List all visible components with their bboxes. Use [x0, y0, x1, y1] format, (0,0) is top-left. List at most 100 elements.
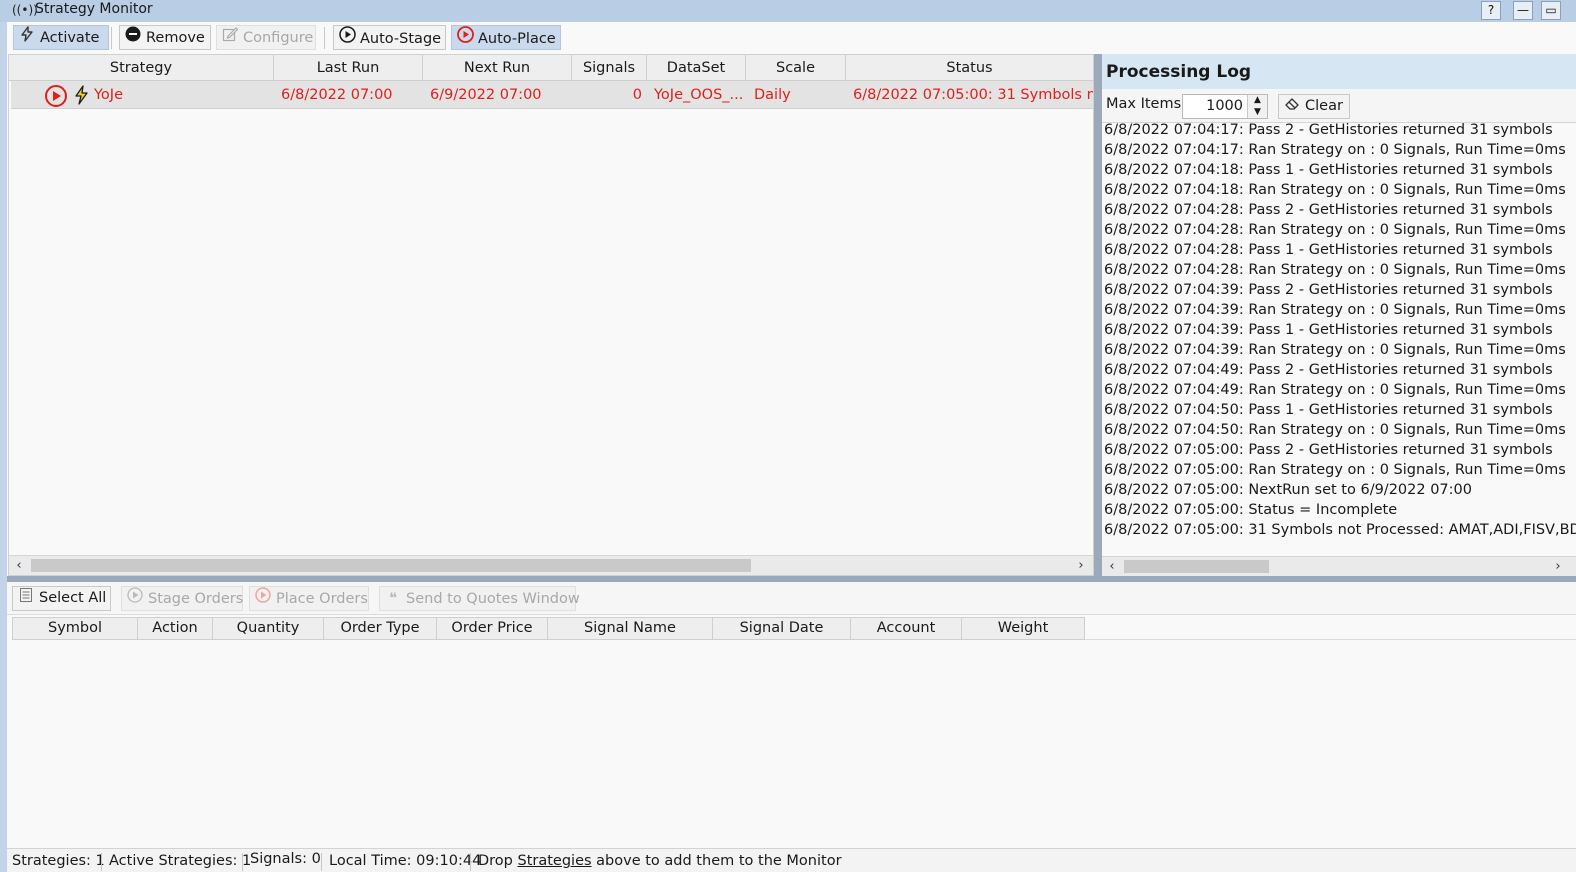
scroll-right-arrow[interactable]: › [1071, 556, 1091, 575]
auto-stage-button[interactable]: Auto-Stage [333, 25, 446, 50]
scroll-right-arrow[interactable]: › [1548, 557, 1568, 576]
send-to-quotes-button[interactable]: ❝ Send to Quotes Window [379, 586, 580, 611]
remove-label: Remove [146, 30, 205, 46]
strategies-link[interactable]: Strategies [518, 853, 592, 869]
minus-circle-icon [124, 26, 142, 50]
log-entry: 6/8/2022 07:05:00: NextRun set to 6/9/20… [1104, 482, 1472, 498]
local-time: Local Time: 09:10:44 [329, 853, 482, 869]
scale-cell: Daily [754, 87, 791, 103]
log-entry: 6/8/2022 07:04:39: Ran Strategy on : 0 S… [1104, 342, 1566, 358]
stage-orders-button[interactable]: Stage Orders [121, 586, 243, 611]
scroll-thumb[interactable] [31, 559, 751, 572]
scroll-left-arrow[interactable]: ‹ [9, 556, 29, 575]
activate-button[interactable]: Activate [13, 25, 109, 50]
column-header-action[interactable]: Action [138, 618, 213, 639]
signals-cell: 0 [632, 87, 642, 103]
strategy-grid: Strategy Last Run Next Run Signals DataS… [8, 54, 1094, 576]
running-status-icon [45, 85, 67, 111]
play-circle-icon [126, 587, 144, 611]
select-all-button[interactable]: Select All [12, 586, 111, 611]
log-entry: 6/8/2022 07:04:39: Pass 1 - GetHistories… [1104, 322, 1553, 338]
edit-icon [221, 26, 239, 50]
strategy-name-cell: YoJe [94, 87, 123, 103]
drop-hint-suffix: above to add them to the Monitor [591, 853, 842, 869]
orders-grid-header: Symbol Action Quantity Order Type Order … [12, 617, 1085, 640]
help-button[interactable]: ? [1481, 1, 1501, 20]
column-header-quantity[interactable]: Quantity [213, 618, 324, 639]
column-header-weight[interactable]: Weight [962, 618, 1084, 639]
column-header-strategy[interactable]: Strategy [9, 55, 274, 81]
column-header-dataset[interactable]: DataSet [647, 55, 746, 81]
status-separator [242, 853, 243, 871]
title-bar: ((•)) Strategy Monitor ? — ▭ [0, 0, 1576, 22]
scroll-thumb[interactable] [1124, 560, 1269, 573]
log-entry: 6/8/2022 07:04:18: Ran Strategy on : 0 S… [1104, 182, 1566, 198]
log-entry: 6/8/2022 07:04:28: Pass 2 - GetHistories… [1104, 202, 1553, 218]
log-controls: Max Items: 1000 ▲ ▼ Clear [1102, 89, 1576, 123]
send-to-quotes-label: Send to Quotes Window [406, 591, 580, 607]
remove-button[interactable]: Remove [119, 25, 211, 50]
log-entry: 6/8/2022 07:04:18: Pass 1 - GetHistories… [1104, 162, 1553, 178]
place-orders-button[interactable]: Place Orders [249, 586, 369, 611]
strategy-horizontal-scrollbar[interactable]: ‹ › [9, 555, 1093, 575]
grid-divider [1085, 639, 1576, 640]
log-entry: 6/8/2022 07:04:39: Pass 2 - GetHistories… [1104, 282, 1553, 298]
auto-place-label: Auto-Place [478, 31, 556, 47]
play-circle-red-icon [456, 26, 474, 51]
log-entry: 6/8/2022 07:04:17: Pass 2 - GetHistories… [1104, 122, 1553, 138]
log-entry: 6/8/2022 07:04:28: Ran Strategy on : 0 S… [1104, 262, 1566, 278]
minimize-button[interactable]: — [1513, 1, 1533, 20]
log-entry: 6/8/2022 07:05:00: 31 Symbols not Proces… [1104, 522, 1576, 538]
strategy-grid-header: Strategy Last Run Next Run Signals DataS… [9, 55, 1093, 81]
column-header-order-price[interactable]: Order Price [437, 618, 548, 639]
list-icon [17, 587, 35, 610]
clear-log-button[interactable]: Clear [1278, 94, 1350, 119]
auto-stage-label: Auto-Stage [360, 31, 442, 47]
main-toolbar: Activate Remove Configure Auto-Stage Aut… [7, 22, 1576, 54]
clear-label: Clear [1305, 98, 1343, 114]
processing-log-panel: Processing Log Max Items: 1000 ▲ ▼ Clear… [1102, 54, 1576, 576]
log-entry: 6/8/2022 07:04:28: Ran Strategy on : 0 S… [1104, 222, 1566, 238]
column-header-signal-name[interactable]: Signal Name [548, 618, 713, 639]
stage-orders-label: Stage Orders [148, 591, 244, 607]
stepper-down-icon[interactable]: ▼ [1248, 106, 1267, 118]
column-header-status[interactable]: Status [846, 55, 1093, 81]
dataset-cell: YoJe_OOS_... [654, 87, 744, 103]
column-header-signal-date[interactable]: Signal Date [713, 618, 851, 639]
column-header-last-run[interactable]: Last Run [274, 55, 423, 81]
last-run-cell: 6/8/2022 07:00 [281, 87, 393, 103]
lightning-icon [18, 26, 36, 50]
log-entry: 6/8/2022 07:04:28: Pass 1 - GetHistories… [1104, 242, 1553, 258]
configure-button[interactable]: Configure [216, 25, 316, 50]
column-header-account[interactable]: Account [851, 618, 962, 639]
strategies-count: Strategies: 1 [12, 853, 105, 869]
status-separator [470, 853, 471, 871]
column-header-order-type[interactable]: Order Type [324, 618, 437, 639]
log-entry: 6/8/2022 07:04:49: Pass 2 - GetHistories… [1104, 362, 1553, 378]
max-items-stepper[interactable]: 1000 ▲ ▼ [1182, 94, 1268, 119]
log-list[interactable]: 6/8/2022 07:04:17: Pass 2 - GetHistories… [1104, 120, 1576, 554]
log-horizontal-scrollbar[interactable]: ‹ › [1102, 556, 1576, 576]
log-entry: 6/8/2022 07:04:39: Ran Strategy on : 0 S… [1104, 302, 1566, 318]
auto-place-button[interactable]: Auto-Place [451, 25, 561, 50]
broadcast-icon: ((•)) [12, 3, 38, 17]
column-header-signals[interactable]: Signals [572, 55, 647, 81]
table-row[interactable]: YoJe 6/8/2022 07:00 6/9/2022 07:00 0 YoJ… [11, 81, 1093, 109]
toolbar-separator [324, 27, 325, 49]
column-header-next-run[interactable]: Next Run [423, 55, 572, 81]
scroll-left-arrow[interactable]: ‹ [1102, 557, 1122, 576]
restore-button[interactable]: ▭ [1541, 1, 1561, 20]
max-items-label: Max Items: [1106, 96, 1187, 112]
drop-hint-prefix: Drop [478, 853, 518, 869]
status-bar: Strategies: 1 Active Strategies: 1 Signa… [7, 848, 1576, 872]
select-all-label: Select All [39, 590, 107, 606]
configure-label: Configure [243, 30, 314, 46]
stepper-up-icon[interactable]: ▲ [1248, 95, 1267, 106]
log-header: Processing Log [1102, 54, 1576, 89]
signals-count: Signals: 0 [250, 851, 321, 867]
column-header-scale[interactable]: Scale [746, 55, 846, 81]
active-strategies-count: Active Strategies: 1 [109, 853, 252, 869]
column-header-symbol[interactable]: Symbol [13, 618, 138, 639]
vertical-splitter[interactable] [1094, 54, 1102, 580]
orders-toolbar: Select All Stage Orders Place Orders ❝ Se… [7, 582, 1576, 615]
